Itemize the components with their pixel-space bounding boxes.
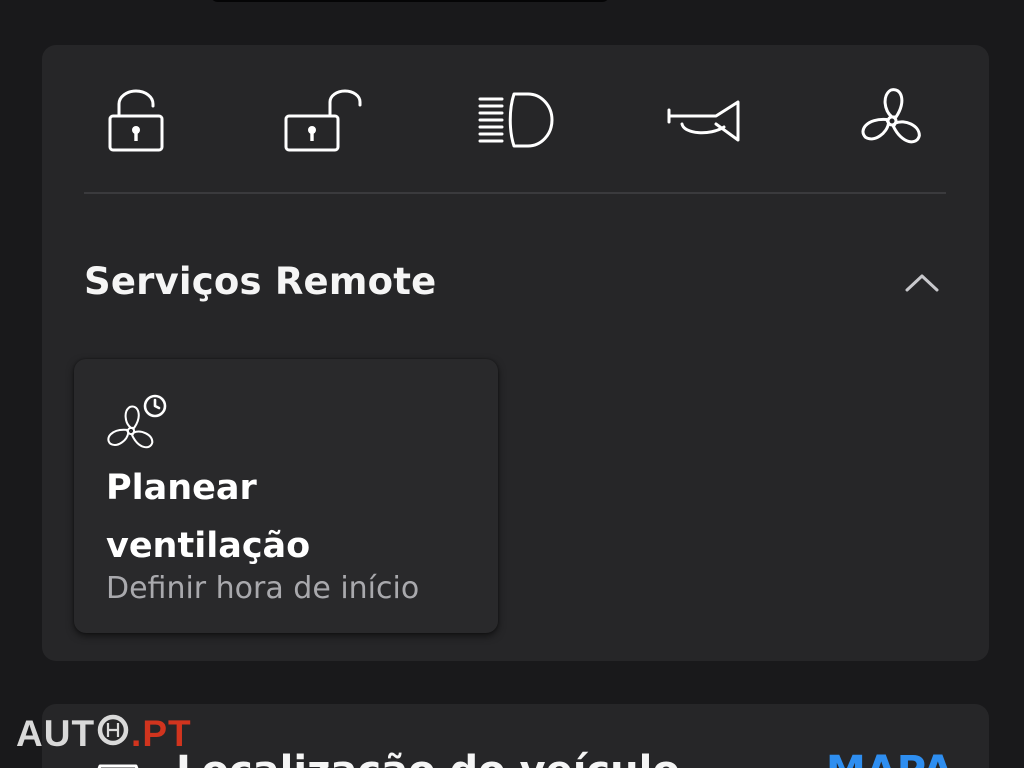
lock-button[interactable] (86, 81, 186, 161)
remote-controls-card: Serviços Remote Planear ventilação Defin… (42, 45, 989, 661)
fan-icon (861, 88, 921, 144)
ventilation-button[interactable] (842, 81, 942, 161)
car-icon (88, 756, 148, 768)
headlight-icon (478, 92, 554, 148)
chevron-up-icon (905, 274, 939, 292)
headlight-button[interactable] (466, 81, 566, 161)
collapse-section-button[interactable] (898, 263, 946, 303)
watermark-logo: AUT .PT (16, 712, 192, 756)
gear-shift-icon (96, 713, 130, 756)
quick-actions-row (42, 45, 989, 195)
top-arc-decoration (210, 0, 610, 2)
horn-button[interactable] (654, 81, 754, 161)
lock-icon (108, 89, 164, 152)
vehicle-location-title: Localização do veículo (176, 748, 680, 768)
section-divider (84, 192, 946, 194)
unlock-button[interactable] (275, 81, 375, 161)
service-tile-schedule-ventilation[interactable]: Planear ventilação Definir hora de iníci… (74, 359, 498, 633)
map-link[interactable]: MAPA (826, 748, 953, 768)
section-title: Serviços Remote (84, 260, 437, 303)
horn-icon (667, 100, 740, 142)
fan-clock-icon (105, 393, 169, 461)
watermark-suffix: .PT (131, 713, 192, 754)
app-screen: Serviços Remote Planear ventilação Defin… (0, 0, 1024, 768)
watermark-brand: AUT (16, 713, 96, 754)
unlock-icon (284, 89, 362, 152)
service-subtitle: Definir hora de início (106, 571, 420, 606)
service-title: Planear ventilação (106, 468, 311, 566)
